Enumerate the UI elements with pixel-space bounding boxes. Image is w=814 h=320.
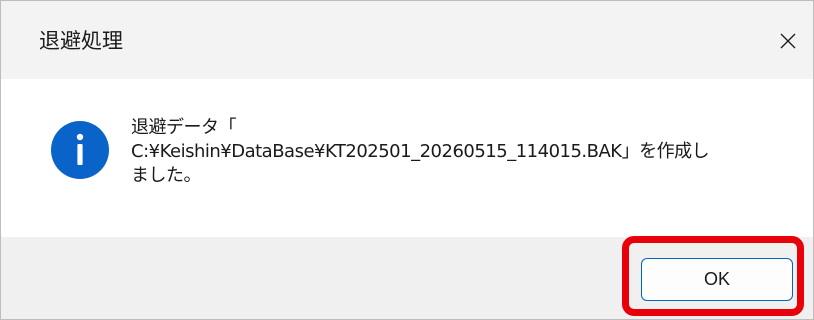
dialog-content: 退避データ「 C:¥Keishin¥DataBase¥KT202501_2026… [1, 79, 813, 237]
title-bar: 退避処理 [1, 1, 813, 79]
message-text: 退避データ「 C:¥Keishin¥DataBase¥KT202501_2026… [131, 116, 791, 188]
close-button[interactable] [751, 1, 813, 79]
message-line: ました。 [131, 165, 202, 186]
dialog-footer: OK [1, 237, 813, 319]
message-line: C:¥Keishin¥DataBase¥KT202501_20260515_11… [131, 141, 710, 162]
info-icon [51, 121, 109, 179]
message-dialog: 退避処理 退避データ「 C:¥Keishin¥DataBase¥KT202501… [0, 0, 814, 320]
dialog-title: 退避処理 [39, 29, 123, 53]
close-icon [780, 33, 796, 49]
message-line: 退避データ「 [131, 117, 237, 138]
ok-button[interactable]: OK [641, 258, 793, 301]
